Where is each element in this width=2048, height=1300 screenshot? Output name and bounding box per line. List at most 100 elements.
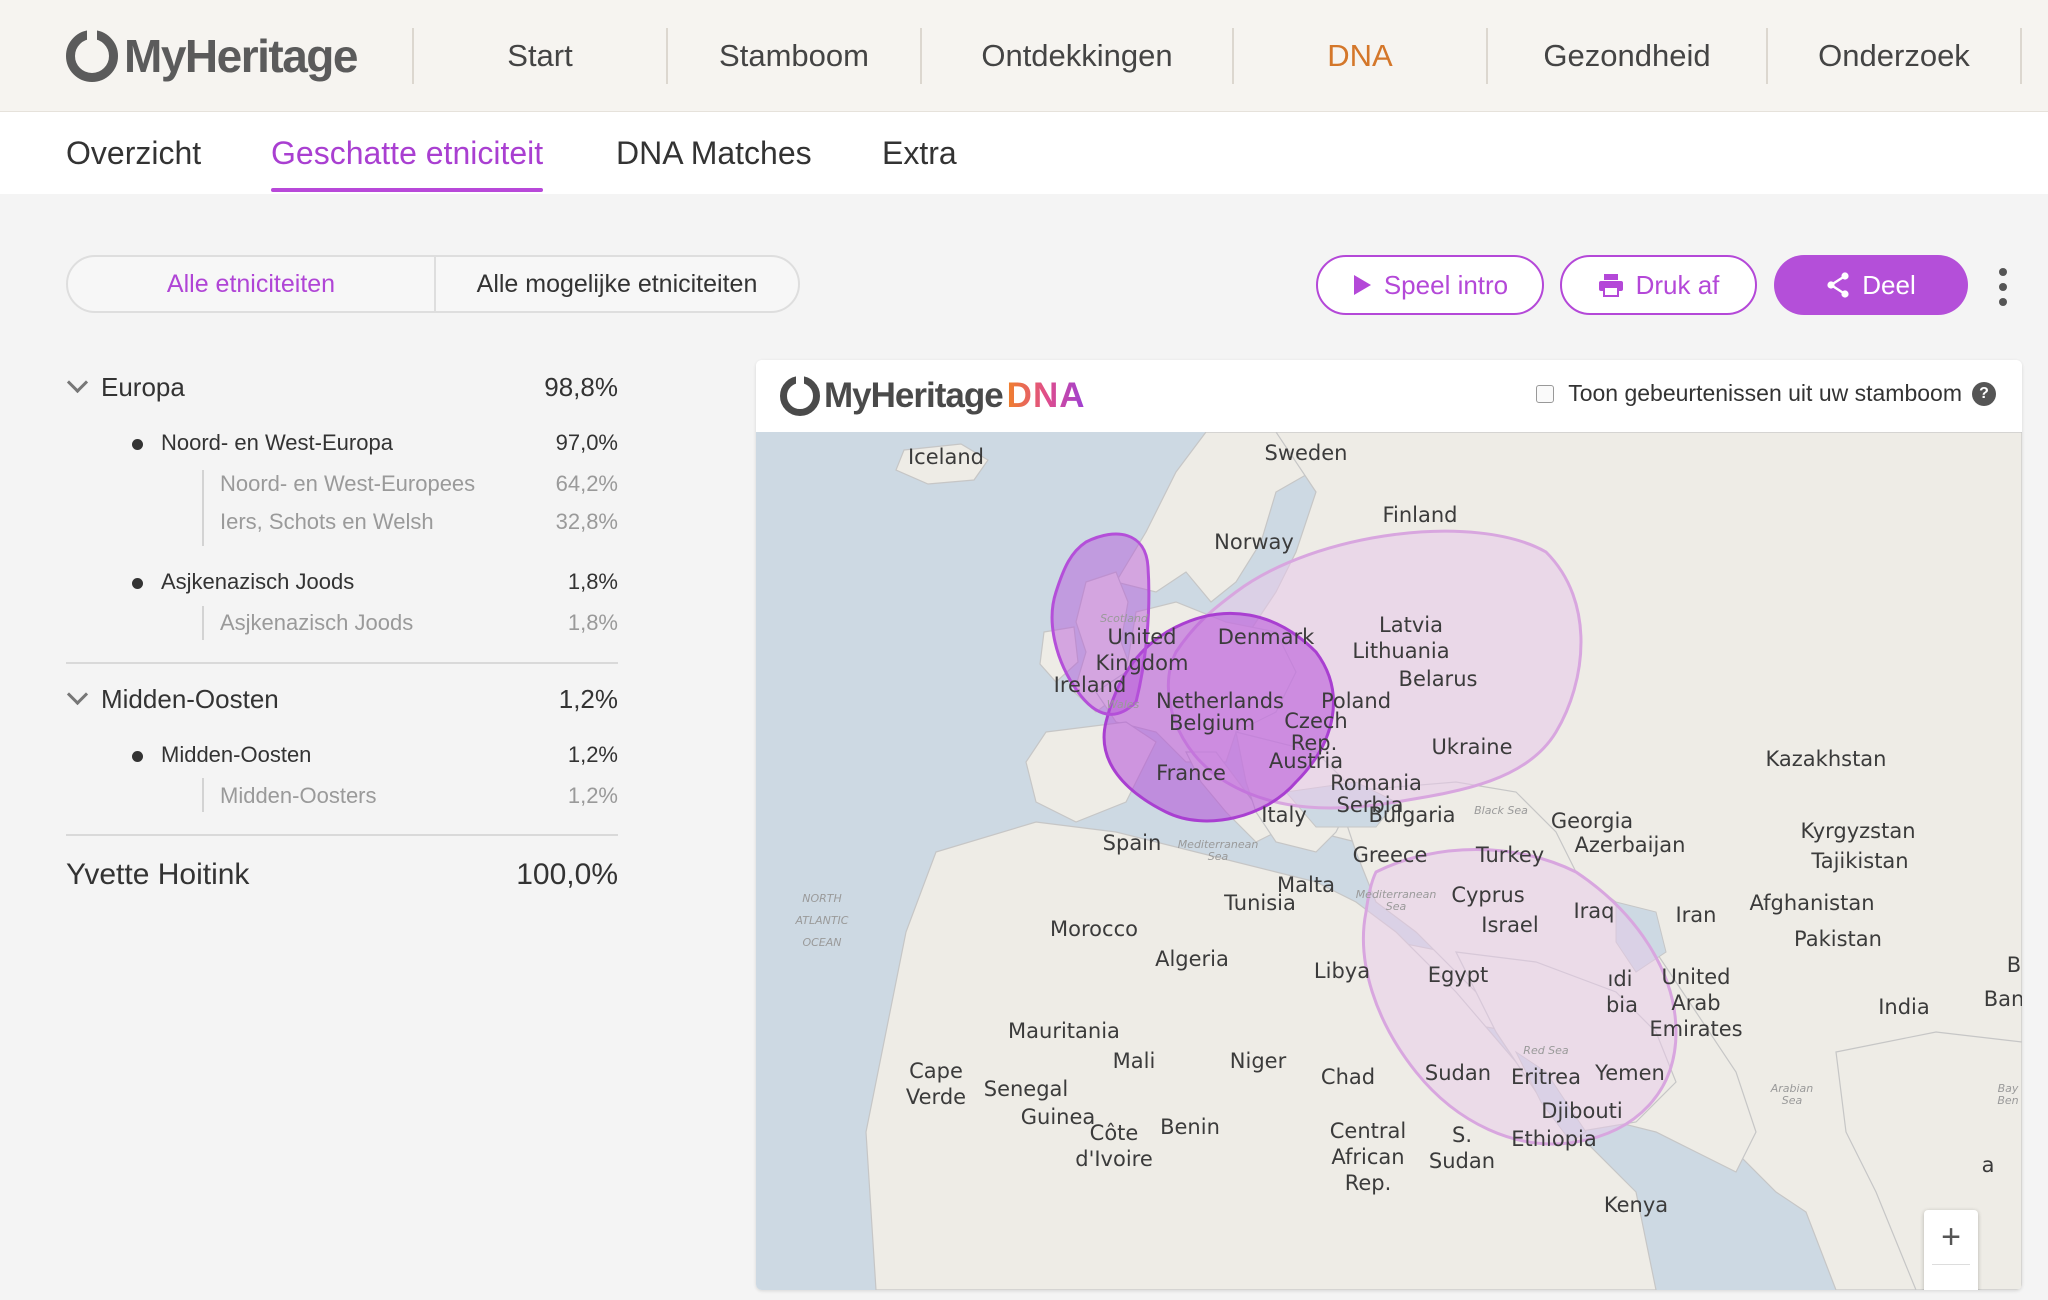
ethnicity-row[interactable]: Noord- en West-Europees 64,2% [66, 471, 618, 497]
dna-sub-navigation: Overzicht Geschatte etniciteit DNA Match… [0, 112, 2048, 194]
zoom-out-button[interactable]: − [1924, 1265, 1978, 1291]
map-label: Turkey [1475, 843, 1544, 867]
map-label: Niger [1230, 1049, 1287, 1073]
map-label: Pakistan [1794, 927, 1882, 951]
map-label: Emirates [1649, 1017, 1742, 1041]
region-name: Midden-Oosten [101, 684, 279, 714]
map-label: Wales [1107, 698, 1140, 711]
map-label: bia [1606, 993, 1638, 1017]
nav-item-ontdekkingen[interactable]: Ontdekkingen [922, 0, 1232, 111]
map-label: Central [1330, 1119, 1406, 1143]
map-label: Lithuania [1352, 639, 1449, 663]
zoom-in-button[interactable]: + [1924, 1210, 1978, 1264]
map-label: Kyrgyzstan [1800, 819, 1915, 843]
map-label: Azerbaijan [1575, 833, 1686, 857]
group-name: Midden-Oosten [161, 742, 312, 767]
map-label: Ukraine [1431, 735, 1512, 759]
map-label: Ban [1984, 987, 2022, 1011]
nav-item-stamboom[interactable]: Stamboom [668, 0, 920, 111]
map-label: United [1108, 625, 1177, 649]
group-row[interactable]: Asjkenazisch Joods 1,8% [66, 569, 618, 595]
dna-logo-suffix: DNA [1006, 376, 1086, 415]
map-canvas: Iceland Sweden Finland Norway Scotland U… [756, 432, 2022, 1290]
map-label: Latvia [1379, 613, 1443, 637]
map-label: Spain [1103, 831, 1162, 855]
bullet-icon [132, 751, 143, 762]
myheritage-logo-mark-icon [780, 375, 820, 416]
tab-overzicht[interactable]: Overzicht [66, 112, 201, 194]
share-button[interactable]: Deel [1774, 255, 1968, 315]
play-icon [1352, 274, 1372, 296]
tab-extra[interactable]: Extra [882, 112, 957, 194]
map-label: United [1662, 965, 1731, 989]
map-label: Ireland [1054, 673, 1127, 697]
map-label: Sea [1386, 900, 1407, 913]
group-row[interactable]: Noord- en West-Europa 97,0% [66, 430, 618, 456]
nav-item-gezondheid[interactable]: Gezondheid [1488, 0, 1766, 111]
play-intro-button[interactable]: Speel intro [1316, 255, 1544, 315]
map-label: Djibouti [1541, 1099, 1622, 1123]
question-icon[interactable]: ? [1972, 381, 1996, 406]
map-label: Sudan [1425, 1061, 1491, 1085]
group-row[interactable]: Midden-Oosten 1,2% [66, 742, 618, 768]
map-label: Egypt [1428, 963, 1489, 987]
map-label: Georgia [1551, 809, 1633, 833]
nav-item-dna[interactable]: DNA [1234, 0, 1486, 111]
map-label: Belgium [1169, 711, 1255, 735]
nav-item-onderzoek[interactable]: Onderzoek [1768, 0, 2020, 111]
ethnicity-percent: 32,8% [555, 509, 618, 534]
region-row-europa[interactable]: Europa 98,8% [66, 371, 618, 403]
map-label: Ben [1997, 1094, 2018, 1107]
more-vertical-icon[interactable] [1996, 268, 2010, 306]
map-label: Czech [1284, 709, 1347, 733]
nav-item-start[interactable]: Start [414, 0, 666, 111]
section-divider [66, 662, 618, 664]
map-label: Italy [1261, 803, 1307, 827]
map-label: Ethiopia [1511, 1127, 1597, 1151]
ethnicity-row[interactable]: Iers, Schots en Welsh 32,8% [66, 509, 618, 535]
bullet-icon [132, 439, 143, 450]
map-label: Algeria [1155, 947, 1229, 971]
show-tree-events-toggle[interactable]: Toon gebeurtenissen uit uw stamboom ? [1536, 380, 1996, 407]
share-label: Deel [1862, 269, 1916, 300]
ethnicity-percent: 1,8% [567, 610, 618, 635]
option-alle-etniciteiten[interactable]: Alle etniciteiten [68, 257, 436, 311]
map-label: India [1878, 995, 1930, 1019]
ethnicity-percent: 64,2% [555, 471, 618, 496]
map-label: Black Sea [1474, 804, 1528, 817]
option-alle-mogelijke-etniciteiten[interactable]: Alle mogelijke etniciteiten [436, 257, 798, 311]
checkbox[interactable] [1536, 384, 1555, 403]
region-row-midden-oosten[interactable]: Midden-Oosten 1,2% [66, 683, 618, 715]
ethnicity-row[interactable]: Asjkenazisch Joods 1,8% [66, 610, 618, 636]
total-row: Yvette Hoitink 100,0% [66, 858, 618, 892]
map-label: Greece [1353, 843, 1428, 867]
top-navigation: MyHeritage Start Stamboom Ontdekkingen D… [0, 0, 2048, 112]
map-label: Mauritania [1008, 1019, 1120, 1043]
ethnicity-row[interactable]: Midden-Oosters 1,2% [66, 783, 618, 809]
person-name: Yvette Hoitink [66, 858, 250, 891]
map-label: Red Sea [1523, 1044, 1569, 1057]
print-button[interactable]: Druk af [1560, 255, 1757, 315]
map-label: B [2007, 953, 2021, 977]
tab-dna-matches[interactable]: DNA Matches [616, 112, 812, 194]
map-label: Iceland [908, 445, 984, 469]
map-label: African [1331, 1145, 1404, 1169]
ethnicity-map-card: MyHeritage DNA Toon gebeurtenissen uit u… [756, 360, 2022, 1290]
ethnicity-name: Iers, Schots en Welsh [220, 509, 434, 534]
map-label: Morocco [1050, 917, 1138, 941]
group-name: Noord- en West-Europa [161, 430, 393, 455]
chevron-down-icon [66, 683, 89, 706]
map-label: Kingdom [1096, 651, 1189, 675]
ethnicity-map[interactable]: Iceland Sweden Finland Norway Scotland U… [756, 432, 2022, 1290]
region-percent: 1,2% [558, 684, 618, 714]
print-label: Druk af [1635, 269, 1720, 300]
total-percent: 100,0% [516, 858, 618, 891]
map-label: Arab [1671, 991, 1720, 1015]
tab-geschatte-etniciteit[interactable]: Geschatte etniciteit [271, 112, 544, 194]
map-zoom-controls: + − [1924, 1210, 1978, 1290]
myheritage-logo[interactable]: MyHeritage [66, 28, 358, 84]
ethnicity-overlay-europe[interactable] [1050, 529, 1583, 823]
map-label: Cape [909, 1059, 963, 1083]
map-label: Benin [1160, 1115, 1220, 1139]
myheritage-dna-logo: MyHeritage DNA [780, 374, 1086, 418]
